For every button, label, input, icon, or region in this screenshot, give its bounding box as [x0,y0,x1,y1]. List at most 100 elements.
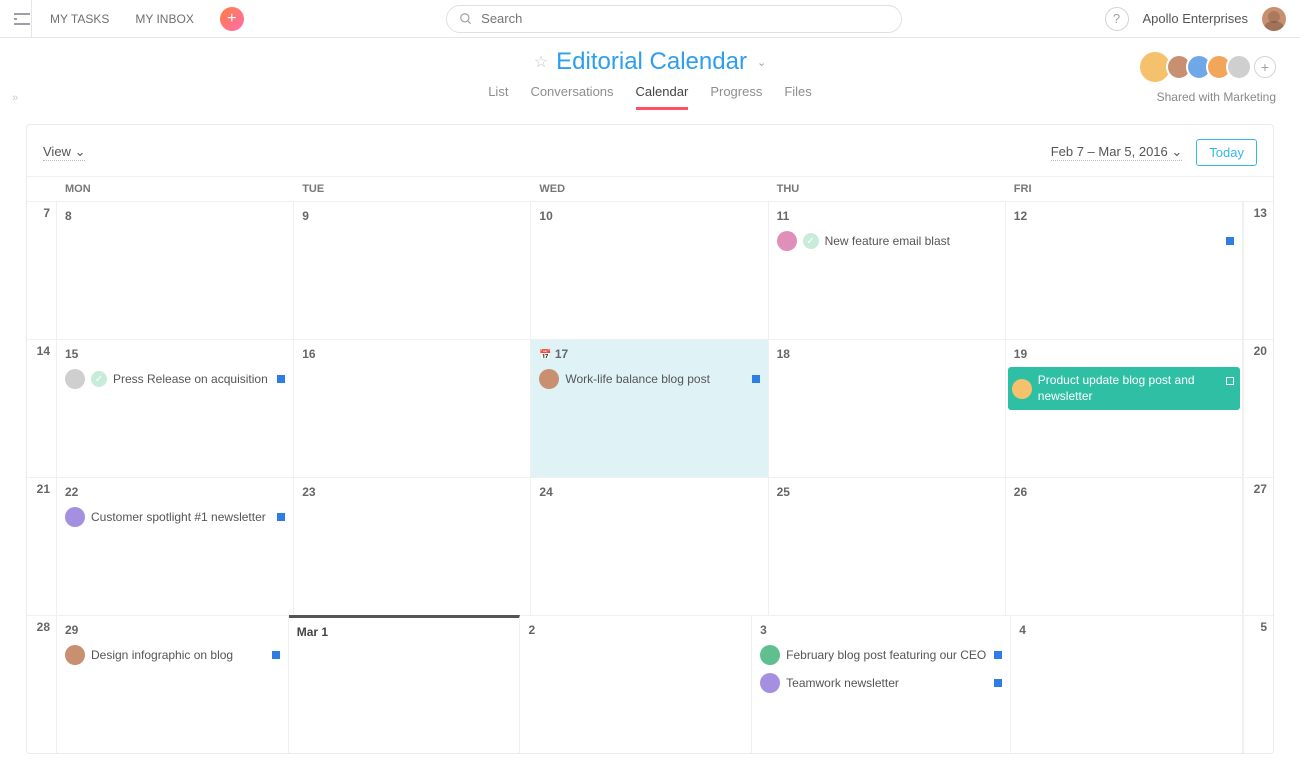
day-number: 2 [528,623,535,637]
task-tag-dot [994,651,1002,659]
tab-conversations[interactable]: Conversations [530,84,613,110]
day-cell-month-start[interactable]: Mar 1 [289,615,521,753]
task-title: Product update blog post and newsletter [1038,373,1224,404]
task-item[interactable]: Design infographic on blog [65,645,280,665]
day-cell[interactable]: 16 [294,340,531,477]
date-range-picker[interactable]: Feb 7 – Mar 5, 2016 ⌄ [1051,144,1183,161]
tab-calendar[interactable]: Calendar [636,84,689,110]
day-cell[interactable]: 20 [1243,340,1273,477]
add-button[interactable]: + [220,7,244,31]
day-number: 20 [1254,344,1267,358]
day-cell[interactable]: 15 ✓ Press Release on acquisition [57,340,294,477]
task-item[interactable]: Work-life balance blog post [539,369,759,389]
day-cell[interactable]: 8 [57,202,294,339]
org-name[interactable]: Apollo Enterprises [1143,11,1249,26]
day-cell[interactable]: 23 [294,478,531,615]
search-icon [459,12,473,26]
day-cell[interactable]: 29 Design infographic on blog [57,616,289,753]
task-tag-dot [994,679,1002,687]
day-cell[interactable]: 7 [27,202,57,339]
hamburger-icon [14,18,17,20]
day-number: 11 [777,209,790,223]
nav-my-tasks[interactable]: MY TASKS [50,12,109,26]
dow-sat [1243,177,1273,201]
dow-thu: THU [769,177,1006,201]
project-dropdown-caret[interactable]: ⌄ [757,56,766,69]
task-title: Work-life balance blog post [565,372,743,386]
day-cell[interactable]: 19 Product update blog post and newslett… [1006,340,1243,477]
day-number: 23 [302,485,315,499]
dow-mon: MON [57,177,294,201]
task-item-highlight[interactable]: Product update blog post and newsletter [1008,367,1240,410]
day-cell[interactable]: 26 [1006,478,1243,615]
tab-progress[interactable]: Progress [710,84,762,110]
day-cell[interactable]: 11 ✓ New feature email blast [769,202,1006,339]
task-tag-dot [277,375,285,383]
task-tag-dot [277,513,285,521]
day-number: 10 [539,209,552,223]
task-item[interactable]: Teamwork newsletter [760,673,1002,693]
user-avatar[interactable] [1262,7,1286,31]
assignee-avatar [760,673,780,693]
day-cell[interactable]: 24 [531,478,768,615]
day-number: 13 [1254,206,1267,220]
day-cell[interactable]: 3 February blog post featuring our CEO T… [752,616,1011,753]
chevron-down-icon: ⌄ [75,144,86,159]
dow-sun [27,177,57,201]
day-cell-today[interactable]: 17 Work-life balance blog post [531,340,768,477]
task-item[interactable]: ✓ New feature email blast [777,231,997,251]
day-cell[interactable]: 28 [27,616,57,753]
day-cell[interactable]: 18 [769,340,1006,477]
day-number: 8 [65,209,72,223]
tab-list[interactable]: List [488,84,508,110]
menu-toggle[interactable] [14,0,32,38]
day-number: 26 [1014,485,1027,499]
view-dropdown[interactable]: View ⌄ [43,144,85,161]
member-avatar[interactable] [1226,54,1252,80]
task-title: Customer spotlight #1 newsletter [91,510,269,524]
day-cell[interactable]: 21 [27,478,57,615]
star-icon[interactable]: ☆ [534,52,548,72]
assignee-avatar [65,645,85,665]
date-range-label: Feb 7 – Mar 5, 2016 [1051,144,1168,159]
day-number: 29 [65,623,78,637]
task-item[interactable]: February blog post featuring our CEO [760,645,1002,665]
task-title: Teamwork newsletter [786,676,986,690]
nav-my-inbox[interactable]: MY INBOX [135,12,193,26]
shared-with-label[interactable]: Shared with Marketing [1157,90,1276,104]
page-title[interactable]: Editorial Calendar [556,48,747,76]
search-input-wrap[interactable] [446,5,902,33]
day-number: 7 [43,206,50,220]
day-cell[interactable]: 25 [769,478,1006,615]
search-input[interactable] [481,11,889,26]
day-cell[interactable]: 14 [27,340,57,477]
task-item[interactable]: ✓ Press Release on acquisition [65,369,285,389]
day-cell[interactable]: 2 [520,616,752,753]
day-cell[interactable]: 22 Customer spotlight #1 newsletter [57,478,294,615]
day-number: 25 [777,485,790,499]
tab-files[interactable]: Files [784,84,811,110]
day-cell[interactable]: 5 [1243,616,1273,753]
day-cell[interactable]: 9 [294,202,531,339]
expand-handle-icon[interactable]: » [8,92,22,106]
day-cell[interactable]: 27 [1243,478,1273,615]
day-cell[interactable]: 10 [531,202,768,339]
task-tag-dot [272,651,280,659]
task-tag-dot [752,375,760,383]
add-member-button[interactable]: + [1254,56,1276,78]
task-item[interactable]: Customer spotlight #1 newsletter [65,507,285,527]
today-button[interactable]: Today [1196,139,1257,166]
day-number: 19 [1014,347,1027,361]
day-number: 28 [37,620,50,634]
assignee-avatar [65,369,85,389]
day-cell[interactable]: 12 [1006,202,1243,339]
day-number: 17 [539,347,568,361]
task-title: Press Release on acquisition [113,372,269,386]
assignee-avatar [1012,379,1032,399]
day-cell[interactable]: 4 [1011,616,1243,753]
chevron-down-icon: ⌄ [1171,144,1182,159]
day-number: 12 [1014,209,1027,223]
help-button[interactable]: ? [1105,7,1129,31]
day-cell[interactable]: 13 [1243,202,1273,339]
task-title: February blog post featuring our CEO [786,648,986,662]
